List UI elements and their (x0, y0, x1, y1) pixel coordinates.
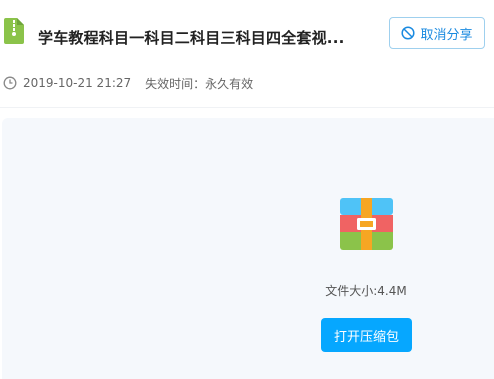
zip-archive-icon (340, 198, 393, 250)
share-page: 学车教程科目一科目二科目三科目四全套视... 取消分享 2019-10-21 2… (0, 0, 494, 379)
share-meta: 2019-10-21 21:27 失效时间：永久有效 (0, 73, 253, 93)
file-size-label: 文件大小:4.4M (325, 284, 407, 298)
share-time: 2019-10-21 21:27 (23, 76, 132, 90)
header-divider (0, 107, 494, 108)
share-header: 学车教程科目一科目二科目三科目四全套视... 取消分享 (0, 0, 494, 70)
cancel-share-button[interactable]: 取消分享 (389, 17, 485, 49)
open-archive-button[interactable]: 打开压缩包 (321, 318, 412, 352)
clock-icon (3, 76, 17, 90)
ban-icon (401, 26, 416, 40)
file-preview-panel (2, 118, 494, 379)
cancel-share-label: 取消分享 (420, 27, 473, 43)
file-title: 学车教程科目一科目二科目三科目四全套视... (38, 29, 345, 47)
green-document-icon (4, 18, 24, 44)
expire-time: 失效时间：永久有效 (145, 76, 254, 91)
